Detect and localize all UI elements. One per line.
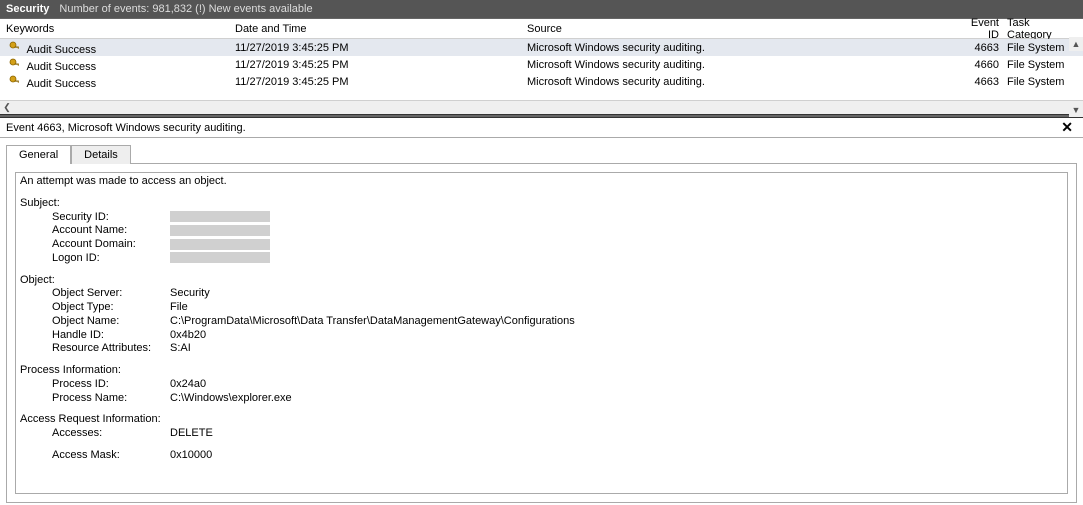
cell-eventid: 4663	[957, 42, 1007, 54]
cell-datetime: 11/27/2019 3:45:25 PM	[235, 59, 527, 71]
detail-header: Event 4663, Microsoft Windows security a…	[0, 118, 1083, 138]
cell-source: Microsoft Windows security auditing.	[527, 59, 957, 71]
handle-id-value: 0x4b20	[170, 329, 206, 343]
list-header-row: Keywords Date and Time Source Event ID T…	[0, 19, 1083, 39]
obj-type-value: File	[170, 301, 188, 315]
accesses-value: DELETE	[170, 427, 213, 441]
obj-name-label: Object Name:	[52, 315, 170, 329]
cell-source: Microsoft Windows security auditing.	[527, 42, 957, 54]
accesses-label: Accesses:	[52, 427, 170, 441]
acct-name-label: Account Name:	[52, 224, 170, 238]
summary-line: An attempt was made to access an object.	[20, 175, 1063, 189]
horizontal-scrollbar[interactable]: ❮ ❯	[0, 100, 1083, 114]
cell-taskcat: File System	[1007, 59, 1067, 71]
col-eventid[interactable]: Event ID	[957, 17, 1007, 41]
cell-eventid: 4663	[957, 76, 1007, 88]
col-datetime[interactable]: Date and Time	[235, 23, 527, 35]
detail-title: Event 4663, Microsoft Windows security a…	[6, 122, 246, 134]
titlebar-count: Number of events: 981,832 (!) New events…	[59, 3, 312, 15]
table-row[interactable]: Audit Success 11/27/2019 3:45:25 PM Micr…	[0, 73, 1083, 90]
pname-value: C:\Windows\explorer.exe	[170, 392, 292, 406]
close-icon[interactable]: ✕	[1057, 119, 1077, 136]
obj-server-value: Security	[170, 287, 210, 301]
acct-domain-label: Account Domain:	[52, 238, 170, 252]
obj-name-value: C:\ProgramData\Microsoft\Data Transfer\D…	[170, 315, 575, 329]
pid-value: 0x24a0	[170, 378, 206, 392]
acct-name-value-redacted	[170, 225, 270, 236]
subject-heading: Subject:	[20, 197, 1063, 211]
resattr-label: Resource Attributes:	[52, 342, 170, 356]
audit-success-key-icon	[8, 40, 22, 54]
cell-eventid: 4660	[957, 59, 1007, 71]
detail-tabs: General Details	[0, 138, 1083, 163]
access-heading: Access Request Information:	[20, 413, 1063, 427]
logon-id-value-redacted	[170, 252, 270, 263]
process-heading: Process Information:	[20, 364, 1063, 378]
pname-label: Process Name:	[52, 392, 170, 406]
cell-keywords: Audit Success	[26, 61, 96, 73]
cell-datetime: 11/27/2019 3:45:25 PM	[235, 76, 527, 88]
pid-label: Process ID:	[52, 378, 170, 392]
col-source[interactable]: Source	[527, 23, 957, 35]
audit-success-key-icon	[8, 74, 22, 88]
acct-domain-value-redacted	[170, 239, 270, 250]
cell-datetime: 11/27/2019 3:45:25 PM	[235, 42, 527, 54]
logon-id-label: Logon ID:	[52, 252, 170, 266]
tabpanel-general: An attempt was made to access an object.…	[6, 163, 1077, 503]
scroll-left-icon[interactable]: ❮	[0, 101, 14, 115]
cell-keywords: Audit Success	[26, 44, 96, 56]
list-body[interactable]: Audit Success 11/27/2019 3:45:25 PM Micr…	[0, 39, 1083, 100]
tab-general[interactable]: General	[6, 145, 71, 164]
table-row[interactable]: Audit Success 11/27/2019 3:45:25 PM Micr…	[0, 56, 1083, 73]
obj-server-label: Object Server:	[52, 287, 170, 301]
table-row[interactable]: Audit Success 11/27/2019 3:45:25 PM Micr…	[0, 39, 1083, 56]
handle-id-label: Handle ID:	[52, 329, 170, 343]
access-mask-value: 0x10000	[170, 449, 212, 463]
obj-type-label: Object Type:	[52, 301, 170, 315]
event-list: Keywords Date and Time Source Event ID T…	[0, 18, 1083, 114]
sec-id-value-redacted	[170, 211, 270, 222]
access-mask-label: Access Mask:	[52, 449, 170, 463]
event-description[interactable]: An attempt was made to access an object.…	[15, 172, 1068, 494]
scroll-right-icon[interactable]: ❯	[1069, 101, 1083, 115]
sec-id-label: Security ID:	[52, 211, 170, 225]
audit-success-key-icon	[8, 57, 22, 71]
cell-taskcat: File System	[1007, 76, 1067, 88]
object-heading: Object:	[20, 274, 1063, 288]
col-taskcategory[interactable]: Task Category	[1007, 17, 1067, 41]
cell-taskcat: File System	[1007, 42, 1067, 54]
tab-details[interactable]: Details	[71, 145, 131, 164]
titlebar: Security Number of events: 981,832 (!) N…	[0, 0, 1083, 18]
col-keywords[interactable]: Keywords	[0, 23, 235, 35]
cell-source: Microsoft Windows security auditing.	[527, 76, 957, 88]
resattr-value: S:AI	[170, 342, 191, 356]
cell-keywords: Audit Success	[26, 78, 96, 90]
titlebar-app: Security	[6, 3, 49, 15]
